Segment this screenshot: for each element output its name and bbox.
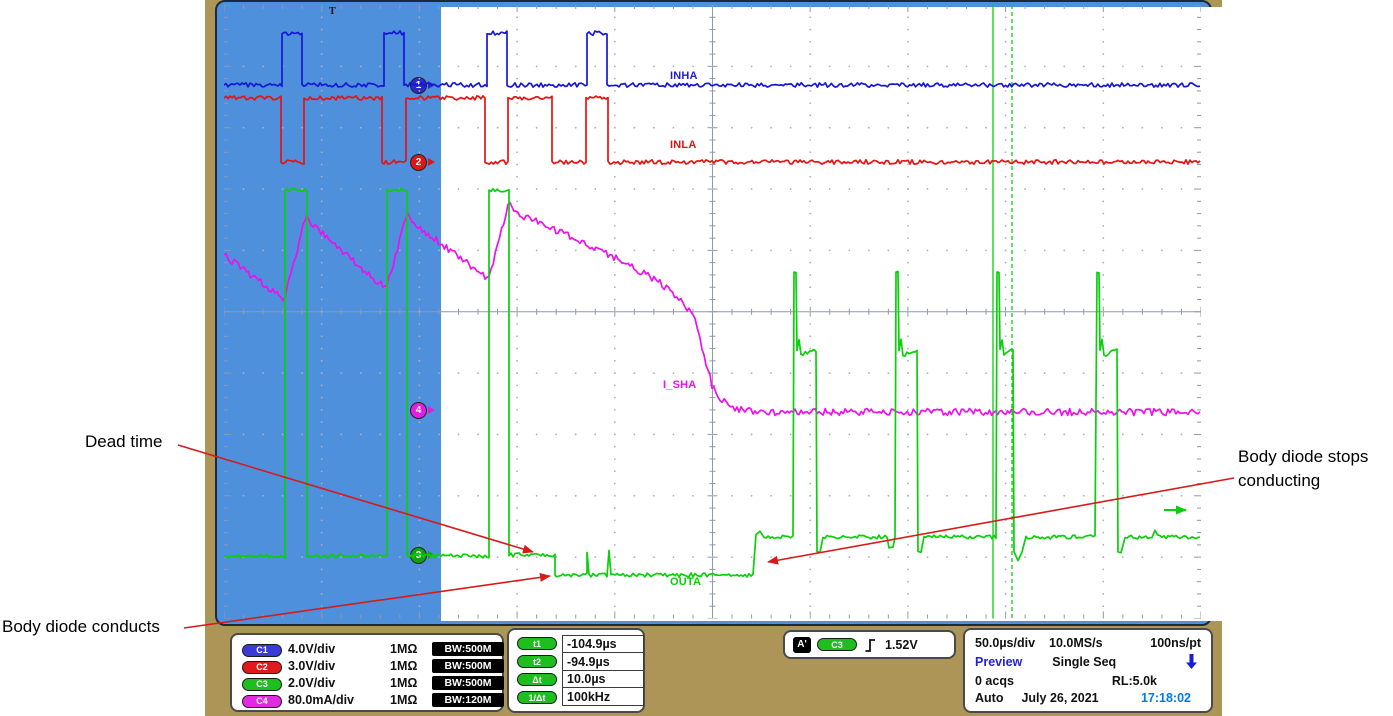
cursor-readout-panel[interactable]: t1 t2 Δt 1/Δt -104.9µs -94.9µs 10.0µs 10… bbox=[507, 628, 645, 713]
channel-row-c3[interactable]: C3 2.0V/div 1MΩ BW:500M bbox=[242, 674, 492, 691]
trigger-slope-icon bbox=[864, 637, 877, 653]
channel4-position-marker[interactable]: 4 bbox=[410, 402, 427, 419]
scope-window: INHA INLA I_SHA OUTA T 1 2 3 4 C1 4.0V/d… bbox=[205, 0, 1222, 716]
trigger-mode-badge[interactable]: A' bbox=[793, 637, 811, 653]
channel-bandwidth-badge-c4: BW:120M bbox=[432, 693, 504, 707]
channel-impedance-c2: 1MΩ bbox=[390, 659, 432, 673]
horizontal-row-scale: 50.0µs/div 10.0MS/s 100ns/pt bbox=[975, 636, 1201, 650]
acquisition-count: 0 acqs bbox=[975, 674, 1014, 688]
record-length: RL:5.0k bbox=[1112, 674, 1157, 688]
trace-label-inha: INHA bbox=[670, 70, 698, 82]
cursor-value-dt: 10.0µs bbox=[562, 670, 644, 689]
screenshot-page: INHA INLA I_SHA OUTA T 1 2 3 4 C1 4.0V/d… bbox=[0, 0, 1393, 716]
trace-label-isha: I_SHA bbox=[663, 379, 696, 391]
horizontal-row-acqs: 0 acqs RL:5.0k bbox=[975, 674, 1201, 688]
channel-scale-c3: 2.0V/div bbox=[288, 676, 390, 690]
channel-impedance-c4: 1MΩ bbox=[390, 693, 432, 707]
trace-label-inla: INLA bbox=[670, 139, 696, 151]
cursor-value-column: -104.9µs -94.9µs 10.0µs 100kHz bbox=[562, 635, 644, 706]
channel-impedance-c1: 1MΩ bbox=[390, 642, 432, 656]
channel-badge-c4[interactable]: C4 bbox=[242, 695, 282, 708]
cursor-pill-column: t1 t2 Δt 1/Δt bbox=[517, 635, 557, 706]
trigger-position-marker[interactable]: T bbox=[329, 6, 336, 17]
channel-scale-c4: 80.0mA/div bbox=[288, 693, 390, 707]
channel-bandwidth-badge-c1: BW:500M bbox=[432, 642, 504, 656]
cursor-value-t2: -94.9µs bbox=[562, 652, 644, 671]
cursor-badge-t1[interactable]: t1 bbox=[517, 637, 557, 650]
trace-label-outa: OUTA bbox=[670, 576, 701, 588]
channel-bandwidth-badge-c3: BW:500M bbox=[432, 676, 504, 690]
cursor-value-t1: -104.9µs bbox=[562, 635, 644, 654]
horizontal-row-date: Auto July 26, 2021 17:18:02 bbox=[975, 691, 1201, 705]
waveform-display[interactable]: INHA INLA I_SHA OUTA bbox=[441, 7, 1393, 621]
cursor-badge-dt[interactable]: Δt bbox=[517, 673, 557, 686]
channel-badge-c2[interactable]: C2 bbox=[242, 661, 282, 674]
date-text: July 26, 2021 bbox=[1021, 691, 1098, 705]
channel-badge-c1[interactable]: C1 bbox=[242, 644, 282, 657]
time-text: 17:18:02 bbox=[1141, 691, 1191, 705]
annotation-body-diode-stops: Body diode stops conducting bbox=[1238, 445, 1390, 493]
sample-rate: 10.0MS/s bbox=[1049, 636, 1103, 650]
annotation-body-diode-stops-line1: Body diode stops bbox=[1238, 445, 1390, 469]
channel-bandwidth-badge-c2: BW:500M bbox=[432, 659, 504, 673]
channel-row-c1[interactable]: C1 4.0V/div 1MΩ BW:500M bbox=[242, 640, 492, 657]
channel-impedance-c3: 1MΩ bbox=[390, 676, 432, 690]
horizontal-scale: 50.0µs/div bbox=[975, 636, 1035, 650]
channel-badge-c3[interactable]: C3 bbox=[242, 678, 282, 691]
trigger-source-badge[interactable]: C3 bbox=[817, 638, 857, 651]
annotation-dead-time: Dead time bbox=[85, 430, 162, 454]
trigger-readout-panel[interactable]: A' C3 1.52V bbox=[783, 630, 956, 659]
horizontal-acq-panel[interactable]: 50.0µs/div 10.0MS/s 100ns/pt Preview Sin… bbox=[963, 628, 1213, 713]
cursor-badge-t2[interactable]: t2 bbox=[517, 655, 557, 668]
channel-scale-c2: 3.0V/div bbox=[288, 659, 390, 673]
annotation-body-diode-stops-line2: conducting bbox=[1238, 469, 1390, 493]
acq-status: Preview bbox=[975, 655, 1022, 669]
trigger-mode: Auto bbox=[975, 691, 1003, 705]
acq-mode: Single Seq bbox=[1052, 655, 1116, 669]
channel-row-c2[interactable]: C2 3.0V/div 1MΩ BW:500M bbox=[242, 657, 492, 674]
graticule-frame: INHA INLA I_SHA OUTA T bbox=[215, 0, 1212, 626]
resolution: 100ns/pt bbox=[1150, 636, 1201, 650]
channel-row-c4[interactable]: C4 80.0mA/div 1MΩ BW:120M bbox=[242, 691, 492, 708]
channel3-position-marker[interactable]: 3 bbox=[410, 547, 427, 564]
channel1-position-marker[interactable]: 1 bbox=[410, 77, 427, 94]
channel2-position-marker[interactable]: 2 bbox=[410, 154, 427, 171]
channel-settings-panel[interactable]: C1 4.0V/div 1MΩ BW:500M C2 3.0V/div 1MΩ … bbox=[230, 633, 504, 712]
cursor-badge-inv-dt[interactable]: 1/Δt bbox=[517, 691, 557, 704]
channel-scale-c1: 4.0V/div bbox=[288, 642, 390, 656]
cursor-value-inv-dt: 100kHz bbox=[562, 687, 644, 706]
trigger-level-value: 1.52V bbox=[885, 638, 918, 652]
annotation-body-diode-conducts: Body diode conducts bbox=[2, 615, 160, 639]
trigger-indicator-arrow-icon bbox=[1185, 653, 1198, 670]
horizontal-row-status: Preview Single Seq bbox=[975, 653, 1201, 670]
